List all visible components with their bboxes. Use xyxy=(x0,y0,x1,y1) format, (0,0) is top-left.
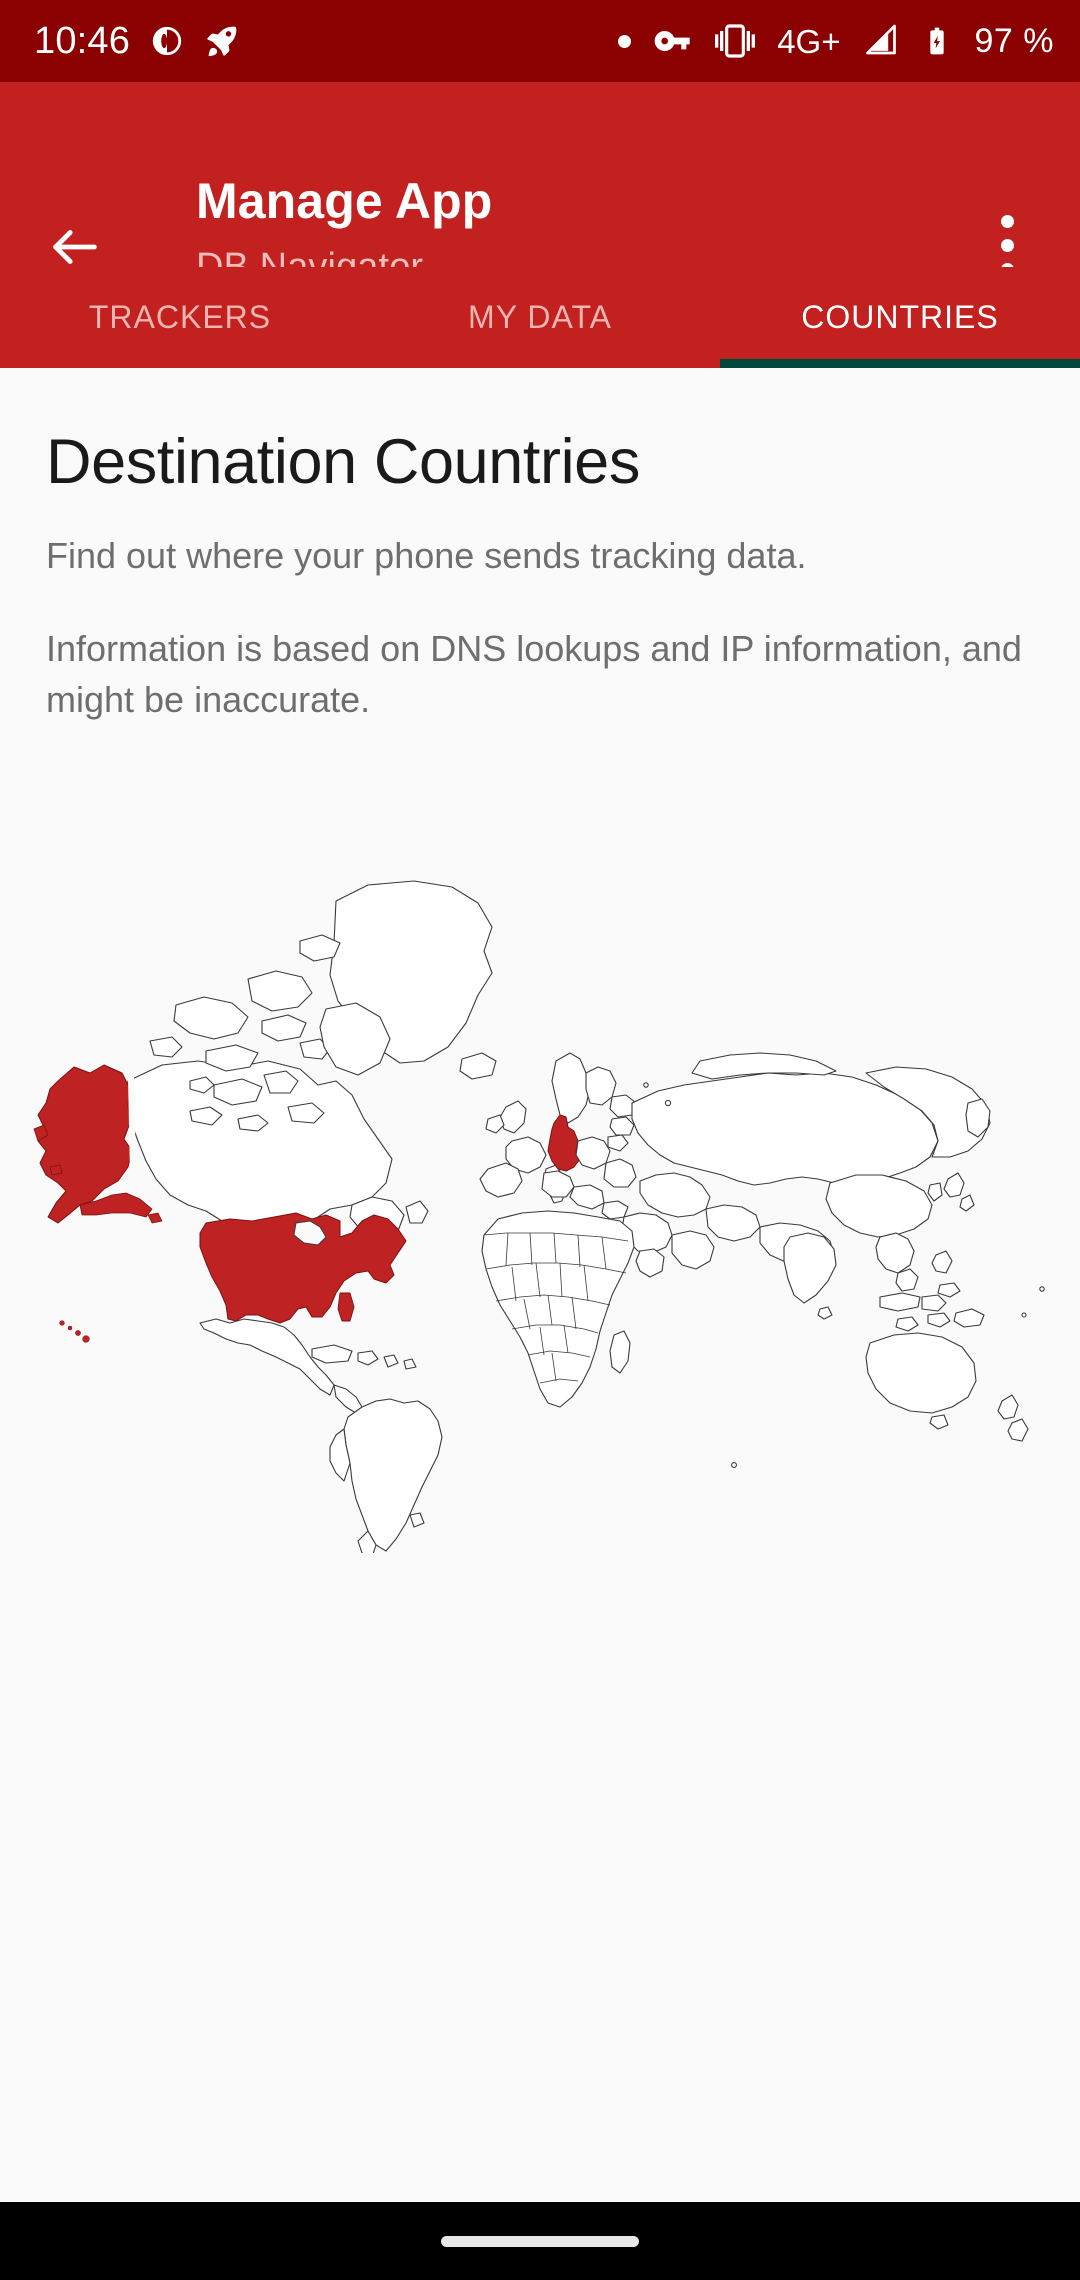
tab-trackers[interactable]: TRACKERS xyxy=(0,267,360,368)
country-hawaii-highlighted xyxy=(59,1320,90,1343)
network-type-label: 4G+ xyxy=(777,22,841,60)
tab-bar: TRACKERS MY DATA COUNTRIES xyxy=(0,267,1080,368)
map-landmasses xyxy=(33,880,1045,1553)
status-bar-left: 10:46 xyxy=(34,22,240,60)
app-bar: Manage App DB Navigator xyxy=(0,82,1080,288)
destination-countries-subheading: Find out where your phone sends tracking… xyxy=(46,535,807,576)
status-bar-right: 4G+ 97 % xyxy=(618,21,1054,61)
dot-indicator-icon xyxy=(618,34,632,48)
more-vert-icon-dot-2 xyxy=(1000,238,1014,252)
phone-screen: 10:46 4G+ 97 % Manage App TRACKERS MY DA… xyxy=(0,0,1080,2280)
contrast-circle-icon xyxy=(150,24,184,58)
tab-my-data[interactable]: MY DATA xyxy=(360,267,720,368)
destination-countries-note: Information is based on DNS lookups and … xyxy=(46,628,1022,721)
more-vert-icon-dot-1 xyxy=(1000,214,1014,228)
battery-charging-icon xyxy=(921,25,953,57)
tab-countries-label: COUNTRIES xyxy=(801,299,999,335)
tab-my-data-label: MY DATA xyxy=(468,299,612,335)
status-bar-clock: 10:46 xyxy=(34,20,131,62)
status-bar: 10:46 4G+ 97 % xyxy=(0,0,1080,82)
destination-countries-heading: Destination Countries xyxy=(46,427,640,497)
country-germany-highlighted xyxy=(547,1114,581,1172)
rocket-icon xyxy=(204,23,240,59)
gesture-navigation-bar xyxy=(0,2202,1080,2280)
page-title: Manage App xyxy=(196,173,493,229)
vibrate-icon xyxy=(715,21,756,61)
tab-trackers-label: TRACKERS xyxy=(88,299,272,335)
content-area: Destination Countries Find out where you… xyxy=(0,368,1080,2202)
battery-percentage-label: 97 % xyxy=(974,22,1054,60)
vpn-key-icon xyxy=(653,21,693,61)
world-map[interactable] xyxy=(0,823,1080,1553)
tab-countries[interactable]: COUNTRIES xyxy=(720,267,1080,368)
gesture-home-handle[interactable] xyxy=(441,2235,639,2247)
signal-cellular-icon xyxy=(863,23,899,59)
world-map-svg xyxy=(33,880,1045,1553)
